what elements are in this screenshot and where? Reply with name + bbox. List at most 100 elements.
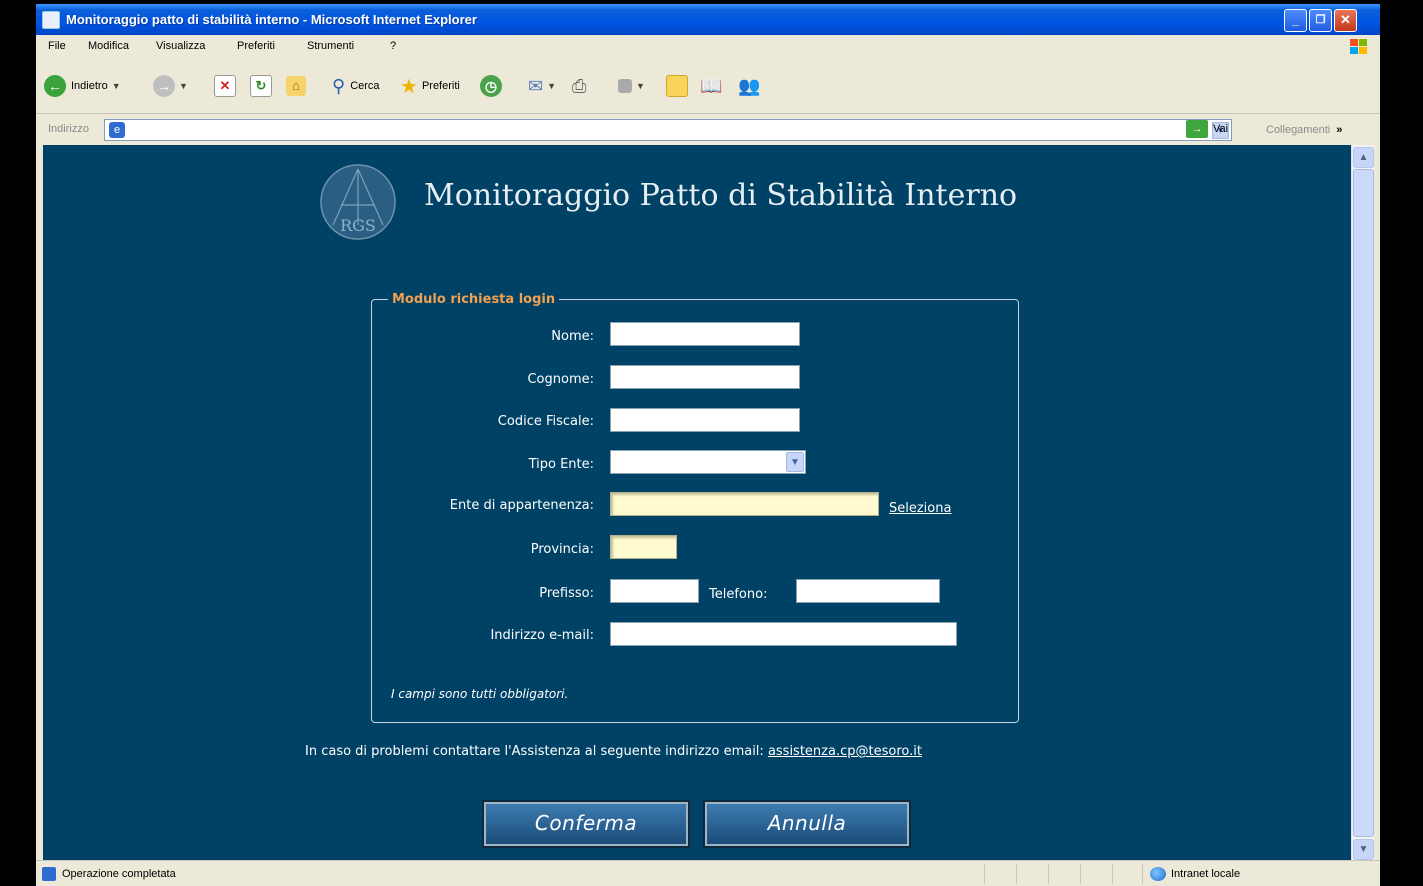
ente-input[interactable]: [610, 492, 879, 516]
cancel-button[interactable]: Annulla: [703, 800, 911, 848]
cognome-label: Cognome:: [527, 372, 594, 387]
back-arrow-icon: ←: [44, 75, 66, 97]
screen: Monitoraggio patto di stabilità interno …: [0, 0, 1423, 886]
notes-button[interactable]: [666, 72, 688, 100]
seleziona-link[interactable]: Seleziona: [889, 501, 951, 516]
email-label: Indirizzo e-mail:: [490, 628, 594, 643]
refresh-icon: ↻: [250, 75, 272, 97]
prefisso-label: Prefisso:: [539, 586, 594, 601]
research-book-icon: 📖: [700, 75, 723, 96]
home-button[interactable]: ⌂: [286, 72, 306, 100]
edit-button[interactable]: ▼: [618, 72, 645, 100]
status-divider: [1016, 864, 1017, 884]
dropdown-arrow-icon: ▼: [636, 81, 645, 91]
nome-input[interactable]: [610, 322, 800, 346]
menu-visualizza[interactable]: Visualizza: [156, 40, 205, 52]
chevron-more-icon[interactable]: »: [1336, 124, 1342, 136]
telefono-label: Telefono:: [709, 587, 768, 602]
provincia-label: Provincia:: [530, 542, 594, 557]
provincia-input[interactable]: [610, 535, 677, 559]
prefisso-input[interactable]: [610, 579, 699, 603]
messenger-icon: 👥: [738, 75, 761, 96]
edit-icon: [618, 79, 632, 93]
codice-fiscale-label: Codice Fiscale:: [497, 414, 594, 429]
close-button[interactable]: ✕: [1334, 9, 1357, 32]
page-content: RGS Monitoraggio Patto di Stabilità Inte…: [43, 145, 1351, 860]
ente-label: Ente di appartenenza:: [449, 498, 594, 513]
links-label: Collegamenti: [1266, 124, 1331, 136]
scroll-down-icon[interactable]: ▼: [1353, 839, 1374, 860]
vertical-scrollbar[interactable]: ▲ ▼: [1351, 145, 1374, 860]
tipo-ente-select[interactable]: ▼: [610, 450, 806, 474]
status-divider: [1080, 864, 1081, 884]
codice-fiscale-input[interactable]: [610, 408, 800, 432]
email-input[interactable]: [610, 622, 957, 646]
windows-logo-icon: [1350, 39, 1367, 54]
nome-label: Nome:: [551, 329, 594, 344]
status-divider: [1112, 864, 1113, 884]
stop-button[interactable]: ✕: [214, 72, 236, 100]
history-icon: ◷: [480, 75, 502, 97]
rgs-logo-text: RGS: [340, 216, 376, 235]
telefono-input[interactable]: [796, 579, 940, 603]
contact-text: In caso di problemi contattare l'Assiste…: [305, 744, 768, 759]
back-label: Indietro: [71, 80, 108, 92]
forward-button[interactable]: → ▼: [153, 72, 188, 100]
scroll-thumb[interactable]: [1353, 169, 1374, 837]
messenger-button[interactable]: 👥: [738, 72, 760, 100]
address-label: Indirizzo: [48, 123, 89, 135]
standard-toolbar: ← Indietro ▼ → ▼ ✕ ↻ ⌂ ⚲ Cerca ★ Preferi…: [36, 58, 1380, 114]
home-icon: ⌂: [286, 76, 306, 96]
dropdown-arrow-icon: ▼: [111, 81, 121, 91]
confirm-button[interactable]: Conferma: [482, 800, 690, 848]
mail-button[interactable]: ✉ ▼: [528, 72, 556, 100]
cognome-input[interactable]: [610, 365, 800, 389]
title-bar: Monitoraggio patto di stabilità interno …: [36, 4, 1380, 35]
status-divider: [1142, 864, 1143, 884]
refresh-button[interactable]: ↻: [250, 72, 272, 100]
print-icon: ⎙: [572, 75, 587, 96]
notes-icon: [666, 75, 688, 97]
search-button[interactable]: ⚲ Cerca: [332, 72, 380, 100]
print-button[interactable]: ⎙: [572, 72, 586, 100]
ie-page-icon: [42, 867, 56, 881]
forward-arrow-icon: →: [153, 75, 175, 97]
minimize-button[interactable]: _: [1284, 9, 1307, 32]
required-fields-note: I campi sono tutti obbligatori.: [391, 687, 569, 701]
stop-icon: ✕: [214, 75, 236, 97]
security-zone: Intranet locale: [1150, 867, 1240, 881]
status-divider: [984, 864, 985, 884]
go-label: Vai: [1213, 123, 1229, 135]
intranet-globe-icon: [1150, 867, 1166, 881]
go-button[interactable]: → Vai: [1186, 120, 1228, 138]
search-label: Cerca: [350, 80, 380, 92]
ie-page-icon: [42, 11, 60, 29]
status-divider: [1048, 864, 1049, 884]
scroll-up-icon[interactable]: ▲: [1353, 147, 1374, 168]
research-button[interactable]: 📖: [700, 72, 722, 100]
address-bar: Indirizzo e ▼ → Vai Collegamenti »: [36, 114, 1380, 144]
dropdown-arrow-icon: ▼: [547, 81, 557, 91]
favorites-label: Preferiti: [421, 80, 460, 92]
window-title: Monitoraggio patto di stabilità interno …: [66, 12, 477, 27]
back-button[interactable]: ← Indietro ▼: [44, 72, 121, 100]
menu-modifica[interactable]: Modifica: [88, 40, 129, 52]
status-area: Operazione completata: [42, 867, 176, 881]
ie-page-icon: e: [109, 122, 125, 138]
contact-info: In caso di problemi contattare l'Assiste…: [305, 744, 922, 759]
history-button[interactable]: ◷: [480, 72, 502, 100]
address-input[interactable]: e ▼: [104, 119, 1232, 141]
menu-bar: File Modifica Visualizza Preferiti Strum…: [36, 35, 1380, 59]
rgs-logo: RGS: [320, 164, 396, 240]
go-arrow-icon: →: [1186, 120, 1208, 138]
menu-strumenti[interactable]: Strumenti: [307, 40, 354, 52]
links-toolbar[interactable]: Collegamenti »: [1266, 124, 1342, 136]
assistance-email-link[interactable]: assistenza.cp@tesoro.it: [768, 744, 922, 759]
favorites-button[interactable]: ★ Preferiti: [400, 72, 460, 100]
menu-file[interactable]: File: [48, 40, 66, 52]
menu-help[interactable]: ?: [390, 40, 396, 52]
menu-preferiti[interactable]: Preferiti: [237, 40, 275, 52]
browser-window: Monitoraggio patto di stabilità interno …: [36, 4, 1380, 886]
chevron-down-icon: ▼: [786, 452, 804, 472]
maximize-button[interactable]: ❐: [1309, 9, 1332, 32]
